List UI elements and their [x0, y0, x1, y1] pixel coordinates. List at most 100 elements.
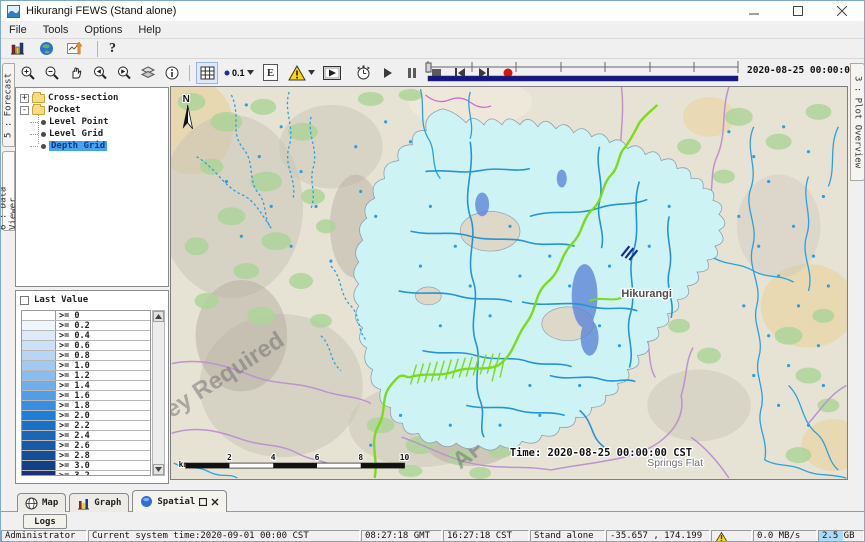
legend-value-label: >= 0.4 [56, 331, 90, 340]
legend-swatch [22, 311, 56, 320]
legend-row: >= 2.2 [22, 421, 150, 431]
close-button[interactable] [820, 1, 864, 21]
expand-icon[interactable]: + [20, 94, 29, 103]
status-memory: 2.5 GB [818, 530, 864, 542]
scroll-down-icon[interactable] [153, 464, 164, 475]
data-viewer-tree: + Cross-section - Pocket Level Point Lev… [15, 87, 169, 287]
legend-swatch [22, 371, 56, 380]
legend-row: >= 2.0 [22, 411, 150, 421]
tab-data-viewer[interactable]: 6 : Data Viewer [2, 151, 15, 231]
tree-node-label[interactable]: Pocket [48, 105, 81, 115]
time-step-icon[interactable] [353, 62, 375, 84]
legend-row: >= 3.0 [22, 461, 150, 471]
warning-icon [715, 532, 728, 542]
toolbar-separator [189, 65, 190, 81]
spatial-map[interactable]: API Key Required API Key Required [170, 86, 848, 480]
tree-node-level-point[interactable]: Level Point [16, 116, 168, 128]
timeseries-chart-icon[interactable] [64, 38, 86, 60]
legend-toggle-button[interactable]: E [260, 62, 282, 84]
scale-tick: 4 [271, 453, 276, 462]
warnings-dropdown[interactable] [284, 63, 319, 83]
menu-bar: File Tools Options Help [1, 21, 864, 38]
legend-value-label: >= 2.0 [56, 411, 90, 420]
folder-icon [32, 94, 45, 103]
legend-row: >= 1.2 [22, 371, 150, 381]
scroll-up-icon[interactable] [153, 311, 164, 322]
legend-row: >= 0.8 [22, 351, 150, 361]
status-warning-cell[interactable] [711, 530, 752, 542]
pan-hand-icon[interactable] [65, 62, 87, 84]
chevron-down-icon [247, 70, 254, 75]
globe-wire-icon [25, 497, 38, 510]
north-label: N [183, 94, 190, 105]
legend-value-label: >= 0.6 [56, 341, 90, 350]
bottom-tab-bar: Map Graph Spatial [17, 489, 227, 512]
logs-button[interactable]: Logs [23, 514, 67, 529]
legend-swatch [22, 411, 56, 420]
grid-display-icon[interactable] [196, 62, 218, 84]
legend-value-label: >= 0.2 [56, 321, 90, 330]
legend-value-label: >= 1.2 [56, 371, 90, 380]
tree-node-label[interactable]: Level Point [49, 117, 109, 127]
legend-row: >= 0 [22, 311, 150, 321]
warning-icon [288, 65, 306, 81]
tab-graph-label: Graph [94, 498, 121, 508]
tree-node-label[interactable]: Level Grid [49, 129, 103, 139]
legend-scrollbar[interactable] [152, 310, 165, 476]
map-view-globe-icon[interactable] [35, 38, 57, 60]
precision-value: 0.1 [232, 68, 245, 78]
bullet-icon [41, 120, 46, 125]
play-button[interactable] [377, 62, 399, 84]
time-slider-thumb[interactable] [426, 63, 431, 72]
tab-forecast[interactable]: 5 : Forecast [2, 63, 15, 147]
legend-row: >= 1.0 [22, 361, 150, 371]
menu-file[interactable]: File [1, 24, 35, 36]
time-slider[interactable] [424, 60, 742, 84]
tree-node-depth-grid[interactable]: Depth Grid [16, 140, 168, 152]
legend-value-label: >= 3.2 [56, 471, 90, 476]
tree-node-pocket[interactable]: - Pocket [16, 104, 168, 116]
tree-node-label-selected[interactable]: Depth Grid [49, 141, 107, 151]
menu-options[interactable]: Options [76, 24, 130, 36]
close-panel-icon[interactable] [211, 498, 219, 506]
tree-node-cross-section[interactable]: + Cross-section [16, 92, 168, 104]
zoom-previous-icon[interactable] [89, 62, 111, 84]
current-datetime: 2020-08-25 00:00:00 CST [747, 65, 863, 76]
animation-window-icon[interactable] [321, 62, 343, 84]
tab-plot-overview[interactable]: 3 : Plot Overview [850, 63, 865, 181]
tree-node-level-grid[interactable]: Level Grid [16, 128, 168, 140]
status-coordinates: -35.657 , 174.199 [606, 530, 710, 542]
tab-spatial[interactable]: Spatial [132, 490, 227, 512]
minimize-button[interactable] [732, 1, 776, 21]
database-statistics-icon[interactable] [6, 38, 28, 60]
chevron-down-icon [308, 70, 315, 75]
last-value-checkbox[interactable] [20, 296, 29, 305]
menu-help[interactable]: Help [130, 24, 169, 36]
bullet-icon [41, 132, 46, 137]
tab-graph[interactable]: Graph [69, 493, 129, 512]
legend-value-label: >= 0 [56, 311, 79, 320]
maximize-button[interactable] [776, 1, 820, 21]
memory-label: 2.5 GB [822, 531, 855, 541]
precision-dropdown[interactable]: 0.1 [220, 63, 258, 83]
zoom-in-icon[interactable] [17, 62, 39, 84]
tab-map[interactable]: Map [17, 493, 66, 512]
help-button[interactable]: ? [109, 41, 116, 57]
zoom-out-icon[interactable] [41, 62, 63, 84]
maximize-panel-icon[interactable] [199, 498, 207, 506]
legend-value-label: >= 1.6 [56, 391, 90, 400]
legend-row: >= 2.4 [22, 431, 150, 441]
collapse-icon[interactable]: - [20, 106, 29, 115]
info-icon[interactable] [161, 62, 183, 84]
pause-button[interactable] [401, 62, 423, 84]
legend-value-label: >= 1.0 [56, 361, 90, 370]
menu-tools[interactable]: Tools [35, 24, 77, 36]
tree-node-label[interactable]: Cross-section [48, 93, 118, 103]
layers-icon[interactable] [137, 62, 159, 84]
zoom-next-icon[interactable] [113, 62, 135, 84]
legend-swatch [22, 431, 56, 440]
legend-row: >= 2.6 [22, 441, 150, 451]
legend-swatch [22, 441, 56, 450]
legend-swatch [22, 461, 56, 470]
legend-swatch [22, 381, 56, 390]
